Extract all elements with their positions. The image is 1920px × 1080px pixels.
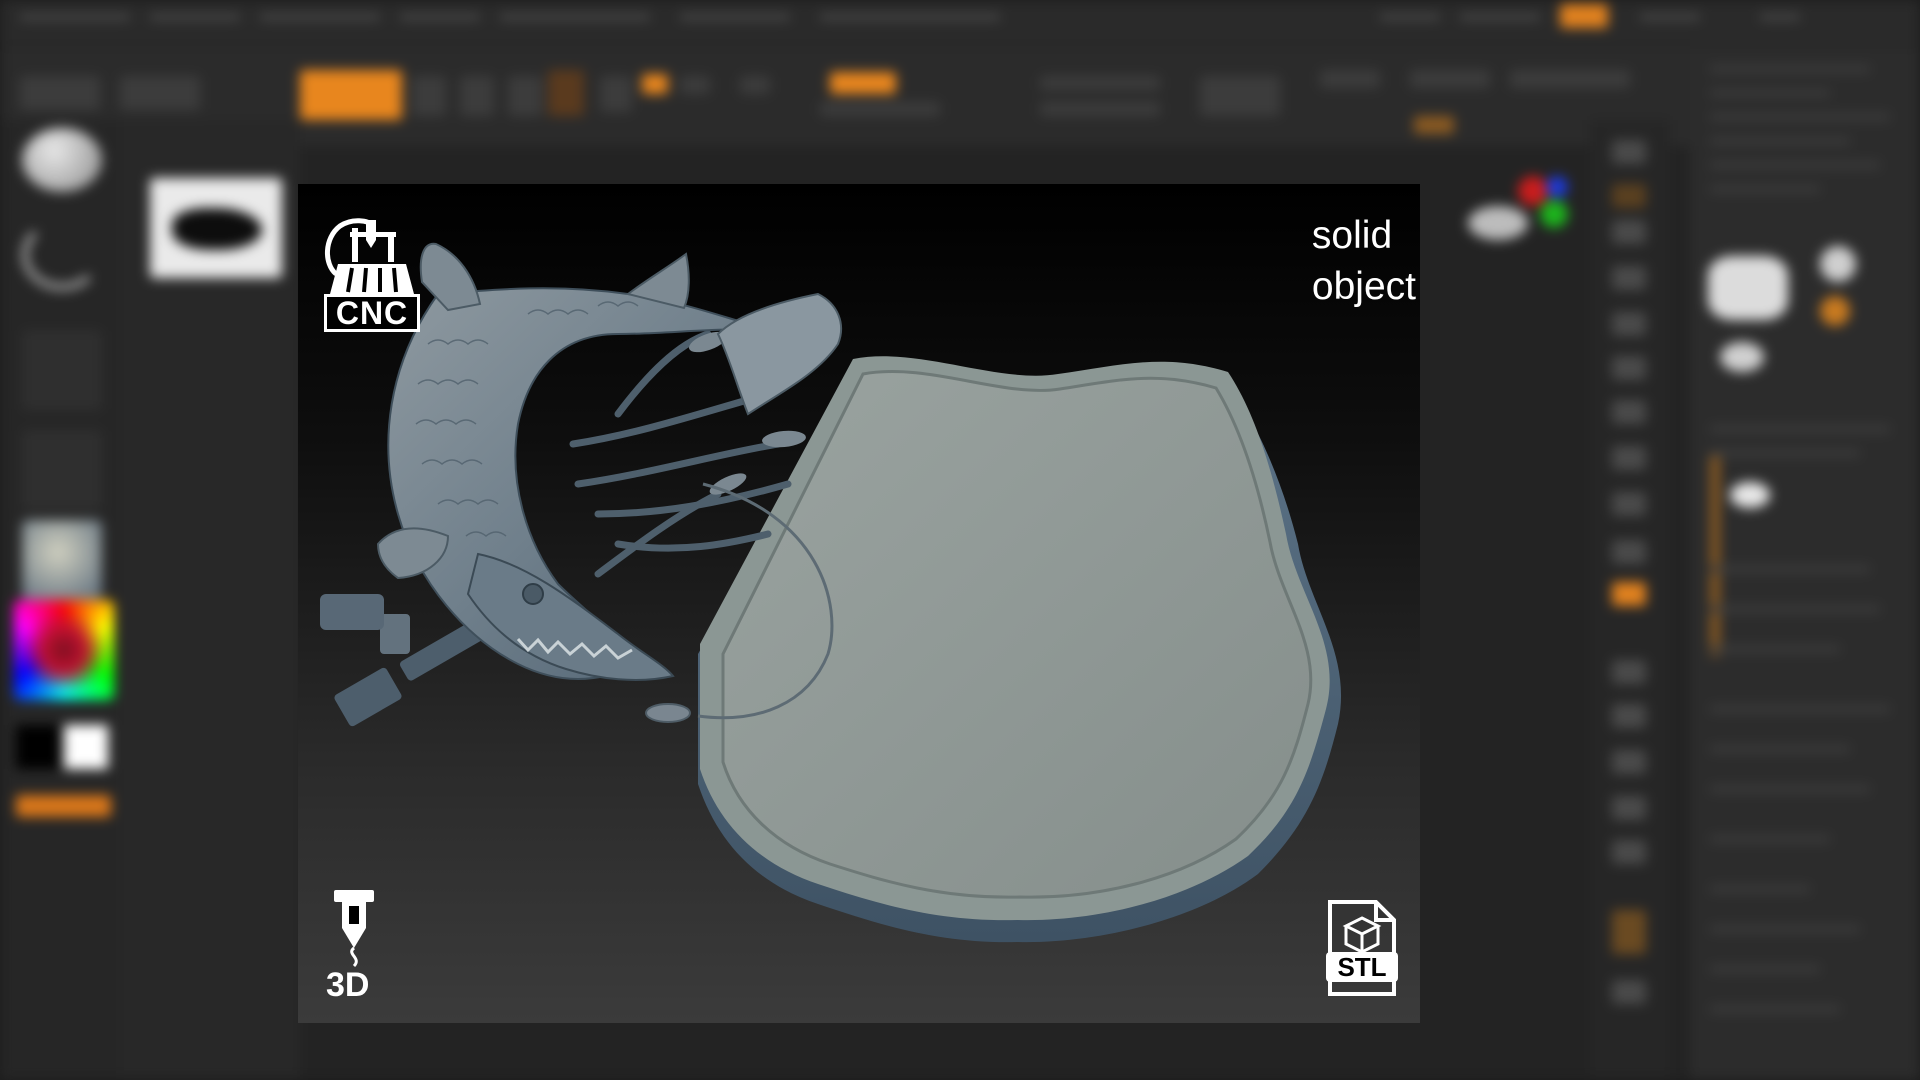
toolbar-button[interactable] [1410, 70, 1490, 88]
toolbar-button[interactable] [20, 76, 100, 110]
preview-viewport[interactable]: CNC solid object 3D STL [298, 184, 1420, 1023]
draw-button[interactable] [412, 76, 446, 116]
eraser-thumbnail[interactable] [1820, 296, 1850, 326]
stl-file-badge: STL [1320, 898, 1404, 998]
fish-eye [522, 583, 544, 605]
fish-head [466, 552, 675, 681]
zadd-button[interactable] [830, 72, 896, 94]
primary-color-swatch[interactable] [16, 725, 60, 769]
texture-slot[interactable] [22, 430, 102, 510]
secondary-color-swatch[interactable] [64, 725, 108, 769]
move-button[interactable] [460, 76, 494, 116]
axis-x-icon [1518, 176, 1548, 206]
axis-y-icon [1540, 200, 1568, 228]
toolbar-button[interactable] [600, 76, 632, 112]
persp-button[interactable] [1612, 400, 1646, 424]
subtool-scrollbar[interactable] [1710, 456, 1720, 656]
polyf-button[interactable] [1612, 840, 1646, 864]
tool-thumbnail[interactable] [1708, 256, 1788, 320]
solo-button[interactable] [1612, 910, 1646, 954]
color-switch-button[interactable] [16, 795, 111, 817]
rgb-button[interactable] [680, 76, 710, 94]
simple-brush-thumbnail[interactable] [1820, 246, 1856, 282]
axis-z-icon [1546, 176, 1568, 198]
caption-line-1: solid [1311, 214, 1393, 257]
3d-print-badge: 3D [326, 886, 382, 1010]
material-icon[interactable] [22, 520, 102, 600]
fish-plaque-model [320, 242, 1342, 943]
navigation-gizmo[interactable] [1468, 206, 1528, 240]
alpha-slot[interactable] [22, 330, 102, 410]
solid-object-caption: solid object [1312, 210, 1416, 312]
caption-line-2: object [1311, 265, 1416, 308]
toolbar-button[interactable] [1414, 116, 1454, 134]
menu-highlight-button[interactable] [1560, 4, 1608, 28]
scale-view-button[interactable] [1612, 750, 1646, 774]
mrgb-button[interactable] [642, 74, 668, 94]
brush-icon[interactable] [22, 128, 102, 192]
xyz-button[interactable] [1612, 540, 1646, 564]
frame-button[interactable] [1612, 660, 1646, 684]
edit-mode-button[interactable] [300, 70, 402, 120]
cnc-machine-icon [325, 218, 414, 294]
stroke-icon[interactable] [22, 220, 102, 290]
stl-file-icon [1328, 900, 1396, 996]
stl-label: STL [1326, 952, 1398, 982]
cnc-badge: CNC [322, 214, 424, 334]
local-button[interactable] [1612, 492, 1646, 516]
top-menu-bar[interactable] [0, 0, 1920, 46]
toolbar-button[interactable] [1200, 76, 1280, 116]
fishing-lure [645, 703, 691, 723]
floor-button[interactable] [1612, 446, 1646, 470]
rgb-intensity-slider[interactable] [820, 102, 940, 116]
zoom-button[interactable] [1612, 266, 1646, 290]
rotate-button[interactable] [548, 70, 584, 116]
active-shelf-button[interactable] [1612, 582, 1646, 606]
alpha-thumbnail[interactable] [150, 178, 282, 278]
bpr-button[interactable] [1612, 140, 1646, 164]
move-view-button[interactable] [1612, 704, 1646, 728]
scroll-button[interactable] [1612, 220, 1646, 244]
fish-dorsal-fin [419, 242, 482, 312]
toolbar-button[interactable] [1320, 70, 1380, 88]
3d-printer-nozzle-icon [334, 890, 374, 968]
subtool-item-icon[interactable] [1730, 482, 1770, 508]
cnc-label: CNC [324, 294, 420, 332]
m-button[interactable] [740, 76, 770, 94]
aahalf-button[interactable] [1612, 356, 1646, 380]
actual-button[interactable] [1612, 312, 1646, 336]
toolbar-button[interactable] [1510, 70, 1630, 88]
3d-label: 3D [326, 966, 370, 1004]
scale-button[interactable] [508, 76, 542, 116]
fish-tail-fin [716, 292, 843, 416]
draw-size-slider[interactable] [1040, 102, 1160, 116]
right-shelf [1590, 120, 1670, 1080]
tool-palette-panel [1690, 46, 1920, 1080]
focal-shift-slider[interactable] [1040, 76, 1160, 90]
rotate-view-button[interactable] [1612, 796, 1646, 820]
subtool-thumbnail[interactable] [1720, 342, 1764, 372]
toolbar-button[interactable] [120, 76, 200, 110]
color-picker[interactable] [14, 600, 114, 700]
spix-button[interactable] [1612, 184, 1646, 208]
xpose-button[interactable] [1612, 980, 1646, 1004]
